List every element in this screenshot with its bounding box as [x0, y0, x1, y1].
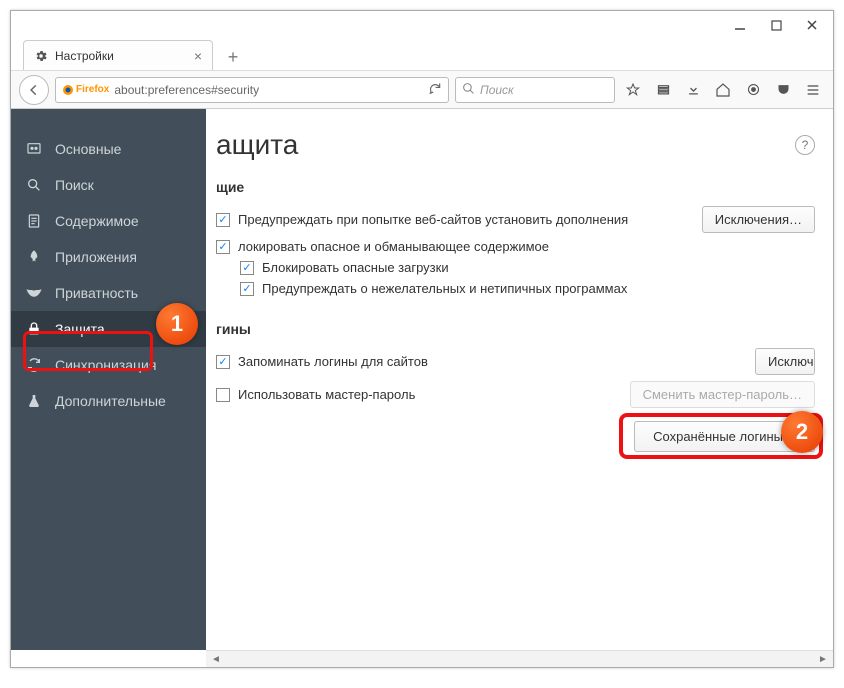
general-icon — [25, 141, 43, 157]
flask-icon — [25, 393, 43, 409]
firefox-icon: Firefox — [62, 84, 109, 96]
tab-label: Настройки — [55, 49, 114, 63]
checkbox-block-downloads[interactable]: ✓ — [240, 261, 254, 275]
sidebar-item-general[interactable]: Основные — [11, 131, 206, 167]
downloads-icon[interactable] — [681, 78, 705, 102]
sidebar-item-label: Приватность — [55, 285, 138, 301]
checkbox-master-password[interactable] — [216, 388, 230, 402]
scroll-left-arrow[interactable]: ◄ — [208, 652, 224, 667]
url-text: about:preferences#security — [114, 83, 259, 97]
menu-icon[interactable] — [801, 78, 825, 102]
bookmark-star-icon[interactable] — [621, 78, 645, 102]
label-warn-unwanted: Предупреждать о нежелательных и нетипичн… — [262, 281, 627, 296]
sidebar-item-applications[interactable]: Приложения — [11, 239, 206, 275]
close-window-button[interactable] — [805, 19, 819, 31]
tab-settings[interactable]: Настройки × — [23, 40, 213, 70]
search-icon — [25, 177, 43, 193]
window-titlebar — [11, 11, 833, 39]
sidebar-item-advanced[interactable]: Дополнительные — [11, 383, 206, 419]
browser-window: Настройки × + Firefox about:preferences#… — [10, 10, 834, 668]
sidebar-item-label: Основные — [55, 141, 121, 157]
sidebar-item-label: Приложения — [55, 249, 137, 265]
pocket-icon[interactable] — [771, 78, 795, 102]
sidebar-item-content[interactable]: Содержимое — [11, 203, 206, 239]
tab-strip: Настройки × + — [11, 39, 833, 71]
page-title: ащита — [216, 129, 298, 161]
refresh-icon[interactable] — [428, 81, 442, 98]
label-master-password: Использовать мастер-пароль — [238, 387, 415, 402]
new-tab-button[interactable]: + — [219, 44, 247, 70]
search-bar[interactable]: Поиск — [455, 77, 615, 103]
maximize-button[interactable] — [769, 20, 783, 31]
section-general-heading: щие — [216, 179, 815, 195]
lock-icon — [25, 321, 43, 337]
library-icon[interactable] — [651, 78, 675, 102]
url-bar[interactable]: Firefox about:preferences#security — [55, 77, 449, 103]
label-block-content: локировать опасное и обманывающее содерж… — [238, 239, 549, 254]
sidebar-item-label: Синхронизация — [55, 357, 156, 373]
mask-icon — [25, 287, 43, 299]
label-warn-addons: Предупреждать при попытке веб-сайтов уст… — [238, 212, 628, 227]
sidebar-item-search[interactable]: Поиск — [11, 167, 206, 203]
label-block-downloads: Блокировать опасные загрузки — [262, 260, 449, 275]
exceptions-button[interactable]: Исключения… — [702, 206, 815, 233]
navigation-toolbar: Firefox about:preferences#security Поиск — [11, 71, 833, 109]
back-button[interactable] — [19, 75, 49, 105]
horizontal-scrollbar[interactable]: ◄ ► — [206, 650, 833, 667]
rocket-icon — [25, 249, 43, 265]
checkbox-block-content[interactable]: ✓ — [216, 240, 230, 254]
sidebar-item-label: Защита — [55, 321, 105, 337]
logins-exceptions-button[interactable]: Исключ — [755, 348, 815, 375]
search-icon — [462, 82, 475, 98]
content-area: Основные Поиск Содержимое Приложения При… — [11, 109, 833, 650]
annotation-badge-2: 2 — [781, 411, 823, 453]
annotation-badge-1: 1 — [156, 303, 198, 345]
scroll-right-arrow[interactable]: ► — [815, 652, 831, 667]
sidebar-item-label: Содержимое — [55, 213, 139, 229]
minimize-button[interactable] — [733, 19, 747, 31]
section-logins-heading: гины — [216, 321, 815, 337]
shield-icon[interactable] — [741, 78, 765, 102]
help-icon[interactable]: ? — [795, 135, 815, 155]
main-pane: ащита ? щие ✓ Предупреждать при попытке … — [206, 109, 833, 650]
home-icon[interactable] — [711, 78, 735, 102]
sidebar-item-label: Поиск — [55, 177, 94, 193]
checkbox-remember-logins[interactable]: ✓ — [216, 355, 230, 369]
checkbox-warn-unwanted[interactable]: ✓ — [240, 282, 254, 296]
label-remember-logins: Запоминать логины для сайтов — [238, 354, 428, 369]
checkbox-warn-addons[interactable]: ✓ — [216, 213, 230, 227]
search-placeholder: Поиск — [480, 83, 514, 97]
document-icon — [25, 213, 43, 229]
sidebar-item-sync[interactable]: Синхронизация — [11, 347, 206, 383]
sync-icon — [25, 357, 43, 373]
preferences-sidebar: Основные Поиск Содержимое Приложения При… — [11, 109, 206, 650]
close-tab-icon[interactable]: × — [194, 49, 202, 63]
change-master-button: Сменить мастер-пароль… — [630, 381, 815, 408]
gear-icon — [34, 49, 48, 63]
sidebar-item-label: Дополнительные — [55, 393, 166, 409]
